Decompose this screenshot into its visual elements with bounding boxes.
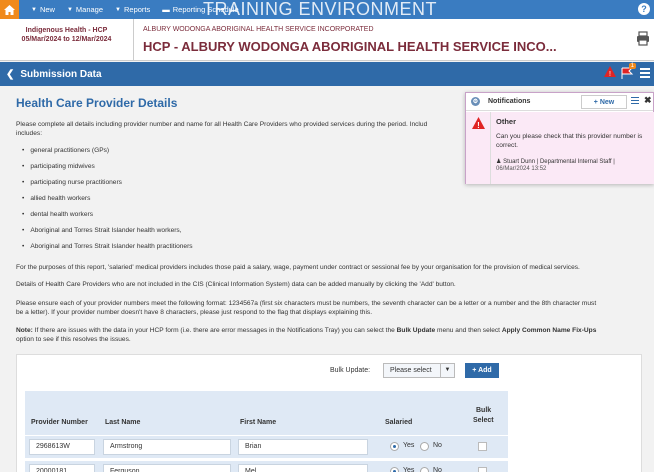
bulk-update-label: Bulk Update: (330, 367, 371, 374)
list-item: Aboriginal and Torres Strait Islander he… (22, 243, 192, 250)
printer-icon[interactable] (636, 31, 650, 47)
caret-down-icon: ▼ (115, 6, 121, 13)
cis-text: Details of Health Care Providers who are… (16, 281, 456, 288)
list-item: participating nurse practitioners (22, 179, 122, 186)
table-header: Provider Number Last Name First Name Sal… (25, 391, 508, 435)
top-nav: ▼ New ▼ Manage ▼ Reports ▬ Reporting Schedul… (0, 0, 654, 19)
home-icon (4, 4, 15, 15)
yes-label: Yes (403, 467, 415, 472)
user-icon: ♟ (496, 159, 502, 165)
list-item: Aboriginal and Torres Strait Islander he… (22, 227, 181, 234)
salaried-no-radio[interactable] (420, 442, 429, 451)
caret-down-icon: ▼ (66, 6, 73, 13)
svg-text:!: ! (609, 71, 611, 78)
submission-data-label: Submission Data (20, 68, 102, 80)
note-text-cont: option to see if this resolves the issue… (16, 336, 131, 343)
menu-icon[interactable] (640, 68, 650, 80)
notification-author: ♟ Stuart Dunn | Departmental Internal St… (496, 159, 615, 165)
salaried-definition-text: For the purposes of this report, 'salari… (16, 264, 580, 271)
form-program-info: Indigenous Health - HCP 05/Mar/2024 to 1… (0, 19, 134, 61)
list-icon[interactable] (631, 97, 639, 106)
first-name-field[interactable]: Mel (238, 464, 368, 472)
list-item: allied health workers (22, 195, 90, 202)
new-notification-button[interactable]: + New (581, 95, 627, 109)
gear-icon[interactable]: ⚙ (471, 97, 480, 106)
organisation-name: ALBURY WODONGA ABORIGINAL HEALTH SERVICE… (143, 26, 374, 33)
provider-number-field[interactable]: 2968613W (29, 439, 95, 455)
notification-date: 06/Mar/2024 13:52 (496, 166, 547, 172)
home-button[interactable] (0, 0, 19, 19)
no-label: No (433, 442, 442, 449)
table-row: 20000181 Ferguson Mel Yes No (25, 461, 508, 472)
svg-text:!: ! (477, 121, 480, 129)
divider (490, 112, 491, 184)
submission-data-bar: ❮ Submission Data ! 1 (0, 62, 654, 86)
notification-item[interactable]: ! Other Can you please check that this p… (466, 112, 654, 184)
provider-table-card: Bulk Update: Please select ▼ + Add Provi… (16, 354, 642, 472)
column-header-provider-number: Provider Number (31, 419, 88, 426)
notifications-panel: ⚙ Notifications + New ✖ ! Other Can you … (465, 92, 654, 184)
column-header-bulk: Bulk (476, 407, 492, 414)
yes-label: Yes (403, 442, 415, 449)
list-item: general practitioners (GPs) (22, 147, 109, 154)
table-row: 2968613W Armstrong Brian Yes No (25, 436, 508, 458)
caret-down-icon: ▼ (440, 364, 454, 377)
last-name-field[interactable]: Ferguson (103, 464, 231, 472)
column-header-last-name: Last Name (105, 419, 141, 426)
provider-number-field[interactable]: 20000181 (29, 464, 95, 472)
bulk-select-checkbox[interactable] (478, 442, 487, 451)
notifications-header: ⚙ Notifications + New ✖ (466, 93, 653, 111)
no-label: No (433, 467, 442, 472)
training-environment-banner: TRAINING ENVIRONMENT (203, 0, 438, 19)
reports-menu[interactable]: ▼ Reports (115, 5, 150, 14)
close-icon[interactable]: ✖ (644, 95, 652, 106)
page-title: Health Care Provider Details (16, 96, 178, 110)
notification-message: Can you please check that this provider … (496, 133, 643, 149)
list-item: participating midwives (22, 163, 95, 170)
salaried-yes-radio[interactable] (390, 467, 399, 472)
note-text: Note: If there are issues with the data … (16, 327, 597, 334)
manage-menu[interactable]: ▼ Manage (67, 5, 103, 14)
bulk-update-row: Bulk Update: Please select ▼ + Add (17, 363, 643, 379)
notification-count-badge: 1 (628, 63, 636, 69)
salaried-yes-radio[interactable] (390, 442, 399, 451)
warning-icon[interactable]: ! (604, 66, 616, 78)
notification-type: Other (496, 117, 517, 126)
caret-down-icon: ▼ (31, 6, 37, 13)
notifications-title: Notifications (488, 98, 531, 105)
column-header-select: Select (473, 417, 494, 424)
form-title: HCP - ALBURY WODONGA ABORIGINAL HEALTH S… (143, 39, 557, 54)
reporting-period: 05/Mar/2024 to 12/Mar/2024 (21, 36, 112, 43)
warning-icon: ! (472, 117, 485, 129)
column-header-first-name: First Name (240, 419, 277, 426)
new-menu[interactable]: ▼ New (31, 5, 55, 14)
first-name-field[interactable]: Brian (238, 439, 368, 455)
form-header: Indigenous Health - HCP 05/Mar/2024 to 1… (0, 19, 654, 61)
format-text-cont: be a letter). If your provider number do… (16, 309, 373, 316)
salaried-no-radio[interactable] (420, 467, 429, 472)
back-chevron-icon[interactable]: ❮ (6, 69, 14, 80)
last-name-field[interactable]: Armstrong (103, 439, 231, 455)
add-button[interactable]: + Add (465, 363, 499, 378)
format-text: Please ensure each of your provider numb… (16, 300, 597, 307)
bulk-select-checkbox[interactable] (478, 467, 487, 472)
program-name: Indigenous Health - HCP (25, 27, 108, 34)
column-header-salaried: Salaried (385, 419, 413, 426)
list-item: dental health workers (22, 211, 93, 218)
calendar-icon: ▬ (162, 5, 170, 14)
bulk-update-select[interactable]: Please select ▼ (383, 363, 455, 378)
help-icon[interactable]: ? (638, 3, 650, 15)
